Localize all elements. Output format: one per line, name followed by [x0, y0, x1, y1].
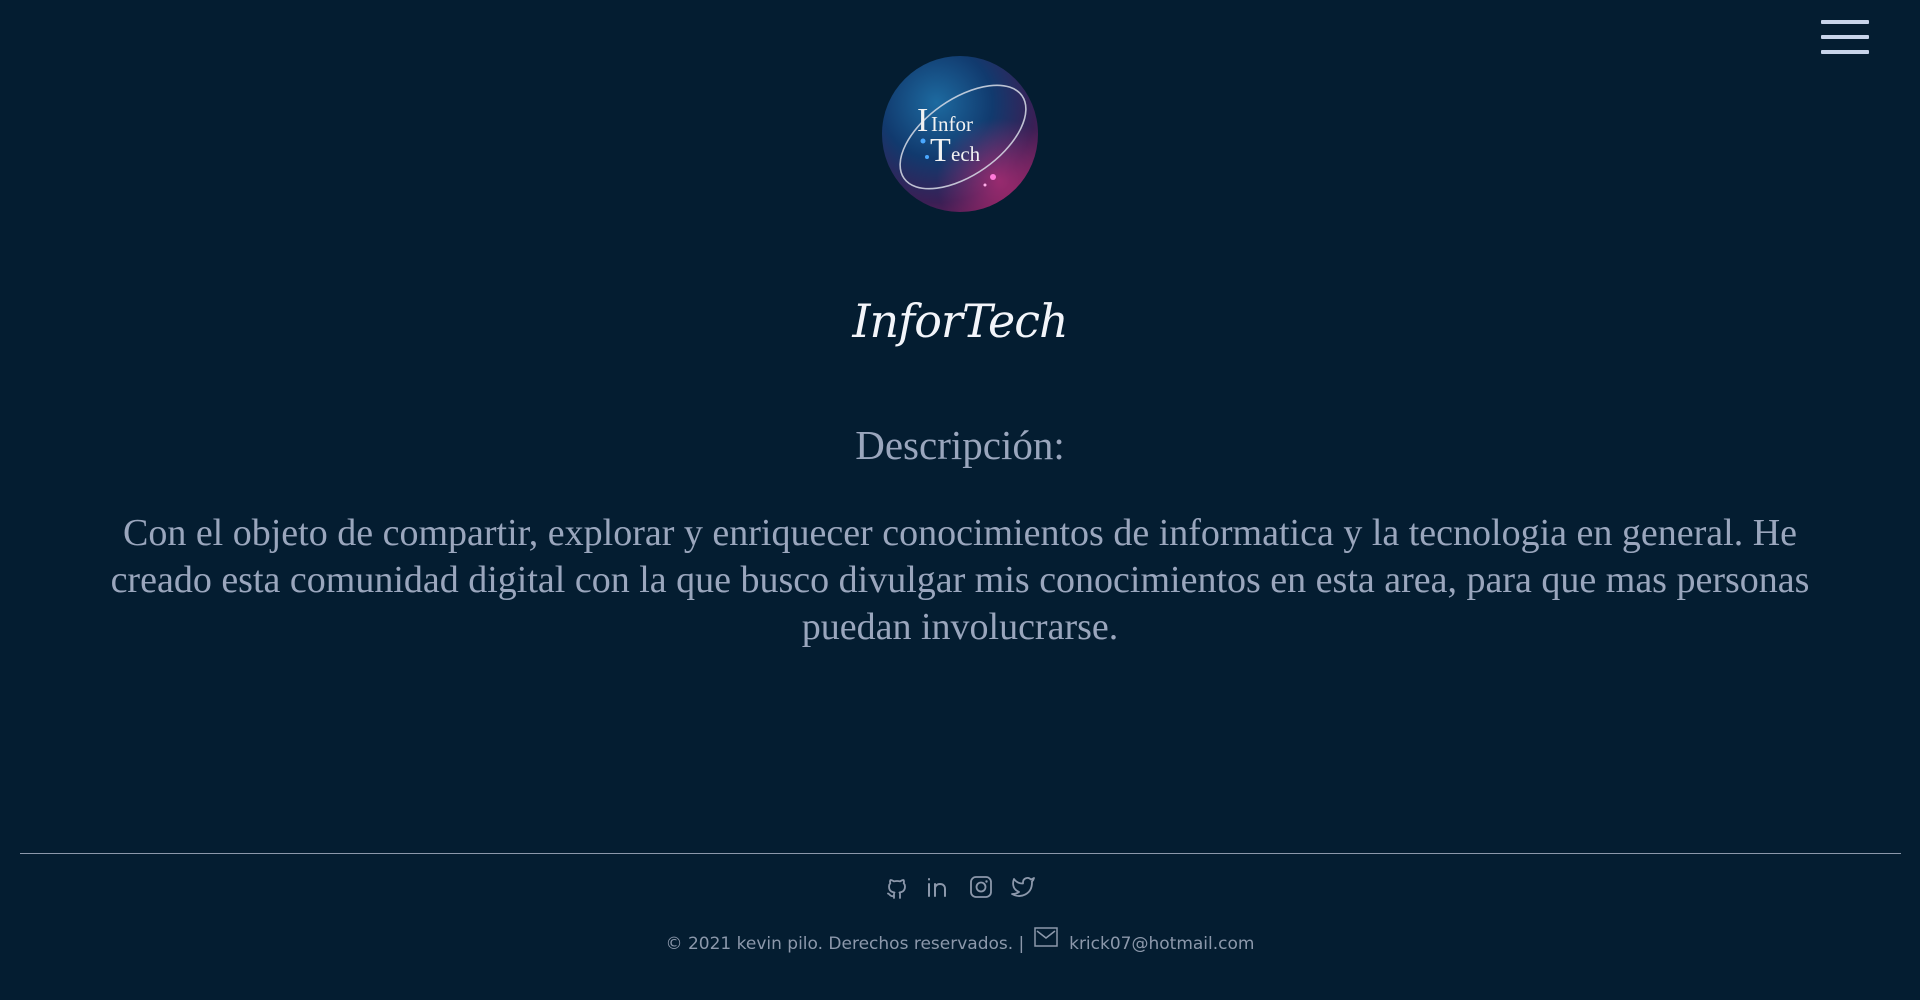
site-logo[interactable]: I Infor T ech [881, 55, 1039, 213]
hamburger-icon-bar-top [1821, 20, 1869, 24]
description-heading: Descripción: [855, 422, 1065, 468]
logo-letter-t: T [930, 132, 951, 169]
linkedin-icon [928, 878, 946, 897]
logo-letter-i: I [917, 102, 928, 139]
site-title: InforTech [852, 294, 1068, 348]
social-links [0, 873, 1920, 901]
mail-icon [1033, 927, 1058, 947]
twitter-link[interactable] [1010, 873, 1036, 901]
email-link[interactable]: krick07@hotmail.com [1069, 934, 1254, 954]
menu-button[interactable] [1821, 20, 1869, 56]
github-icon [887, 879, 906, 899]
logo-image: I Infor T ech [882, 56, 1038, 212]
hamburger-icon-bar-middle [1821, 35, 1869, 39]
hamburger-icon-bar-bottom [1821, 50, 1869, 54]
description-text: Con el objeto de compartir, explorar y e… [110, 512, 1810, 648]
linkedin-link[interactable] [926, 873, 952, 901]
footer-divider [20, 853, 1901, 854]
footer-text: © 2021 kevin pilo. Derechos reservados. … [0, 927, 1920, 954]
logo-line2: ech [951, 142, 981, 166]
instagram-link[interactable] [968, 873, 994, 901]
instagram-icon [970, 876, 992, 898]
copyright-text: © 2021 kevin pilo. Derechos reservados. … [665, 934, 1025, 954]
github-link[interactable] [884, 873, 910, 901]
twitter-icon [1011, 877, 1035, 897]
